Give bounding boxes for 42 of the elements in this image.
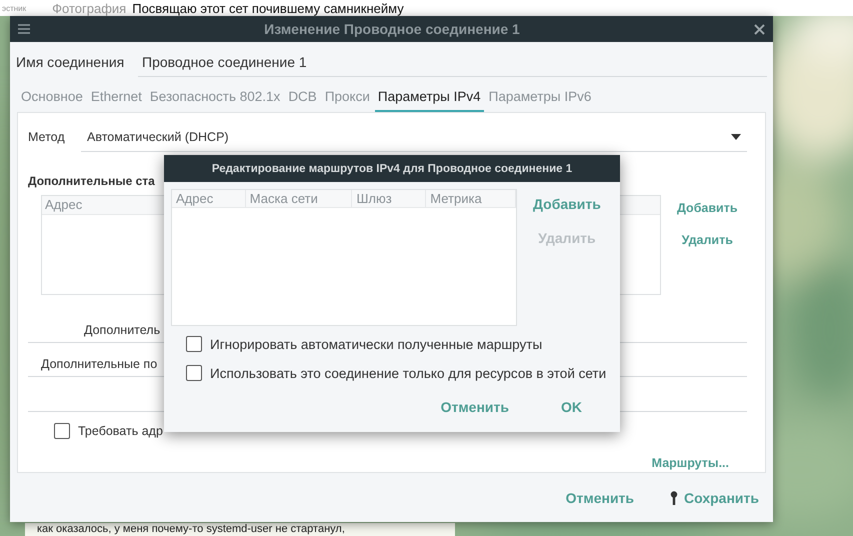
checkbox-label: Требовать адр xyxy=(78,424,163,438)
tab[interactable]: Прокси xyxy=(322,82,373,112)
page-text: Фотография xyxy=(52,0,126,16)
close-icon[interactable] xyxy=(754,24,765,34)
checkbox-label: Использовать это соединение только для ресурсов в этой сети xyxy=(210,366,606,380)
checkbox[interactable] xyxy=(54,423,70,440)
column-header: Маска сети xyxy=(246,190,352,207)
page-text: как оказалось, у меня почему-то systemd-user не стартанул, xyxy=(25,523,455,536)
key-icon xyxy=(670,490,678,504)
text-button[interactable]: Добавить xyxy=(525,194,609,214)
text-button[interactable]: Сохранить xyxy=(666,488,763,508)
page-text: эстник xyxy=(2,4,26,12)
text-button[interactable]: Удалить xyxy=(669,231,746,249)
tab[interactable]: DCB xyxy=(285,82,320,112)
tab[interactable]: Безопасность 802.1x xyxy=(146,82,284,112)
text-button[interactable]: Добавить xyxy=(669,199,746,217)
input-field[interactable]: Проводное соединение 1 xyxy=(138,48,767,76)
page-text: Посвящаю этот сет почившему самникнейму xyxy=(132,0,404,16)
column-header: Метрика xyxy=(426,190,516,207)
field-label: Имя соединения xyxy=(16,54,126,70)
checkbox-label: Игнорировать автоматически полученные маршруты xyxy=(210,336,542,352)
caret-icon xyxy=(731,134,741,140)
column-header: Шлюз xyxy=(352,190,426,207)
tab[interactable]: Ethernet xyxy=(88,82,145,112)
field-label: Дополнительные по xyxy=(41,357,158,374)
tab[interactable]: Параметры IPv6 xyxy=(486,82,594,112)
checkbox[interactable] xyxy=(186,365,202,381)
text-button[interactable]: Отменить xyxy=(432,397,517,417)
text-button[interactable]: OK xyxy=(553,397,590,417)
column-header: Адрес xyxy=(44,196,84,214)
field-label: Метод xyxy=(28,130,66,144)
dropdown[interactable]: Автоматический (DHCP) xyxy=(81,122,747,152)
column-header: Адрес xyxy=(172,190,246,207)
routes-button[interactable]: Маршруты... xyxy=(644,454,737,472)
text-button[interactable]: Отменить xyxy=(562,488,638,508)
window-title: Изменение Проводное соединение 1 xyxy=(263,21,521,37)
tab[interactable]: Основное xyxy=(18,82,86,112)
checkbox[interactable] xyxy=(186,336,202,352)
menu-icon[interactable] xyxy=(18,24,30,34)
field-label: Дополнитель xyxy=(84,322,160,339)
dialog-title: Редактирование маршрутов IPv4 для Проводное соединение 1 xyxy=(212,162,572,174)
section-title: Дополнительные ста xyxy=(28,173,156,189)
